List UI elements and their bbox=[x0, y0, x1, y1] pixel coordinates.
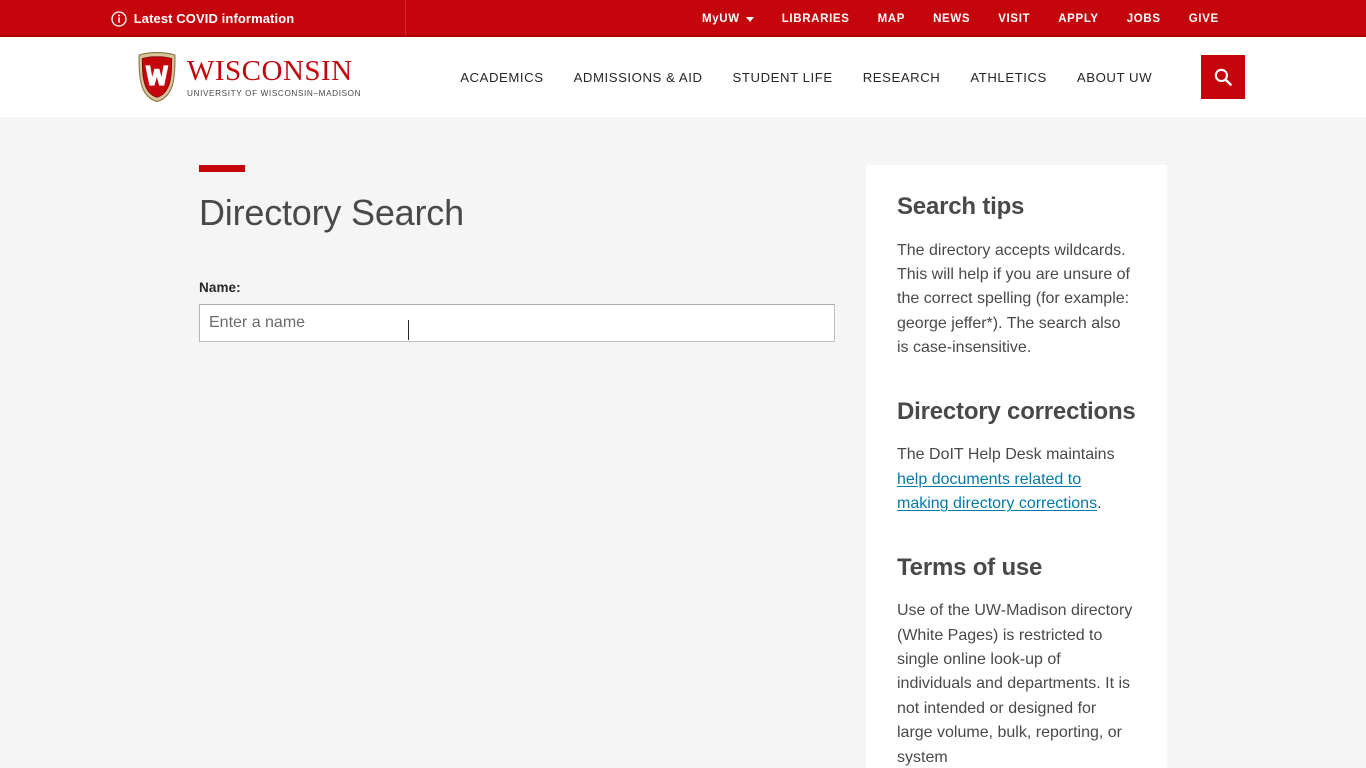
sidebar-heading-terms-of-use: Terms of use bbox=[897, 553, 1043, 581]
sidebar: Search tips The directory accepts wildca… bbox=[866, 165, 1167, 768]
utility-item-label: MyUW bbox=[702, 12, 740, 25]
directory-search-panel: Directory Search Name: bbox=[199, 165, 835, 342]
page-title: Directory Search bbox=[199, 192, 464, 233]
search-icon bbox=[1213, 67, 1233, 87]
utility-item-give[interactable]: GIVE bbox=[1175, 13, 1233, 25]
site-header: WISCONSIN UNIVERSITY OF WISCONSIN–MADISO… bbox=[0, 37, 1366, 117]
nav-item-athletics[interactable]: ATHLETICS bbox=[955, 70, 1062, 85]
sidebar-text-before-link: The DoIT Help Desk maintains bbox=[897, 446, 1115, 464]
sidebar-text-directory-corrections: The DoIT Help Desk maintains help docume… bbox=[897, 443, 1136, 516]
utility-bar: Latest COVID information MyUW LIBRARIES … bbox=[0, 0, 1366, 37]
utility-item-myuw[interactable]: MyUW bbox=[688, 13, 768, 25]
utility-item-apply[interactable]: APPLY bbox=[1044, 13, 1113, 25]
nav-item-about-uw[interactable]: ABOUT UW bbox=[1062, 70, 1167, 85]
name-field-label: Name: bbox=[199, 279, 241, 295]
utility-item-label: APPLY bbox=[1058, 12, 1099, 25]
main-nav: ACADEMICS ADMISSIONS & AID STUDENT LIFE … bbox=[445, 70, 1167, 85]
utility-item-label: JOBS bbox=[1126, 12, 1161, 25]
brand-wordmark: WISCONSIN bbox=[187, 54, 353, 87]
covid-banner: Latest COVID information bbox=[0, 0, 406, 37]
sidebar-heading-search-tips: Search tips bbox=[897, 193, 1025, 220]
utility-item-news[interactable]: NEWS bbox=[919, 13, 984, 25]
title-accent-rule bbox=[199, 165, 245, 172]
site-logo[interactable]: WISCONSIN UNIVERSITY OF WISCONSIN–MADISO… bbox=[136, 51, 361, 103]
sidebar-text-search-tips: The directory accepts wildcards. This wi… bbox=[897, 241, 1130, 357]
nav-item-admissions-aid[interactable]: ADMISSIONS & AID bbox=[559, 70, 718, 85]
covid-information-link[interactable]: Latest COVID information bbox=[111, 10, 295, 27]
utility-item-jobs[interactable]: JOBS bbox=[1113, 13, 1175, 25]
sidebar-text-terms-of-use: Use of the UW-Madison directory (White P… bbox=[897, 602, 1133, 766]
brand-subtitle: UNIVERSITY OF WISCONSIN–MADISON bbox=[187, 88, 362, 98]
info-circle-icon bbox=[111, 10, 127, 27]
utility-item-libraries[interactable]: LIBRARIES bbox=[768, 13, 864, 25]
directory-corrections-link[interactable]: help documents related to making directo… bbox=[897, 471, 1097, 512]
utility-item-map[interactable]: MAP bbox=[864, 13, 920, 25]
nav-item-research[interactable]: RESEARCH bbox=[848, 70, 956, 85]
utility-item-label: GIVE bbox=[1188, 12, 1219, 25]
search-button[interactable] bbox=[1201, 55, 1246, 99]
name-search-input[interactable] bbox=[199, 303, 835, 342]
covid-link-label: Latest COVID information bbox=[133, 11, 295, 26]
utility-item-label: NEWS bbox=[933, 12, 971, 25]
uw-crest-icon bbox=[136, 51, 178, 103]
text-cursor bbox=[408, 320, 409, 340]
utility-item-label: MAP bbox=[877, 12, 906, 25]
utility-item-label: VISIT bbox=[998, 12, 1031, 25]
nav-item-academics[interactable]: ACADEMICS bbox=[445, 70, 558, 85]
sidebar-text-after-link: . bbox=[1097, 495, 1102, 513]
utility-item-visit[interactable]: VISIT bbox=[984, 13, 1044, 25]
utility-item-label: LIBRARIES bbox=[781, 12, 850, 25]
nav-item-student-life[interactable]: STUDENT LIFE bbox=[718, 70, 848, 85]
directory-search-form: Name: bbox=[199, 280, 835, 342]
chevron-down-icon bbox=[745, 17, 754, 22]
sidebar-heading-directory-corrections: Directory corrections bbox=[897, 397, 1136, 425]
utility-nav: MyUW LIBRARIES MAP NEWS VISIT APPLY JOBS… bbox=[406, 13, 1366, 25]
page-body: Directory Search Name: Search tips The d… bbox=[0, 117, 1366, 768]
